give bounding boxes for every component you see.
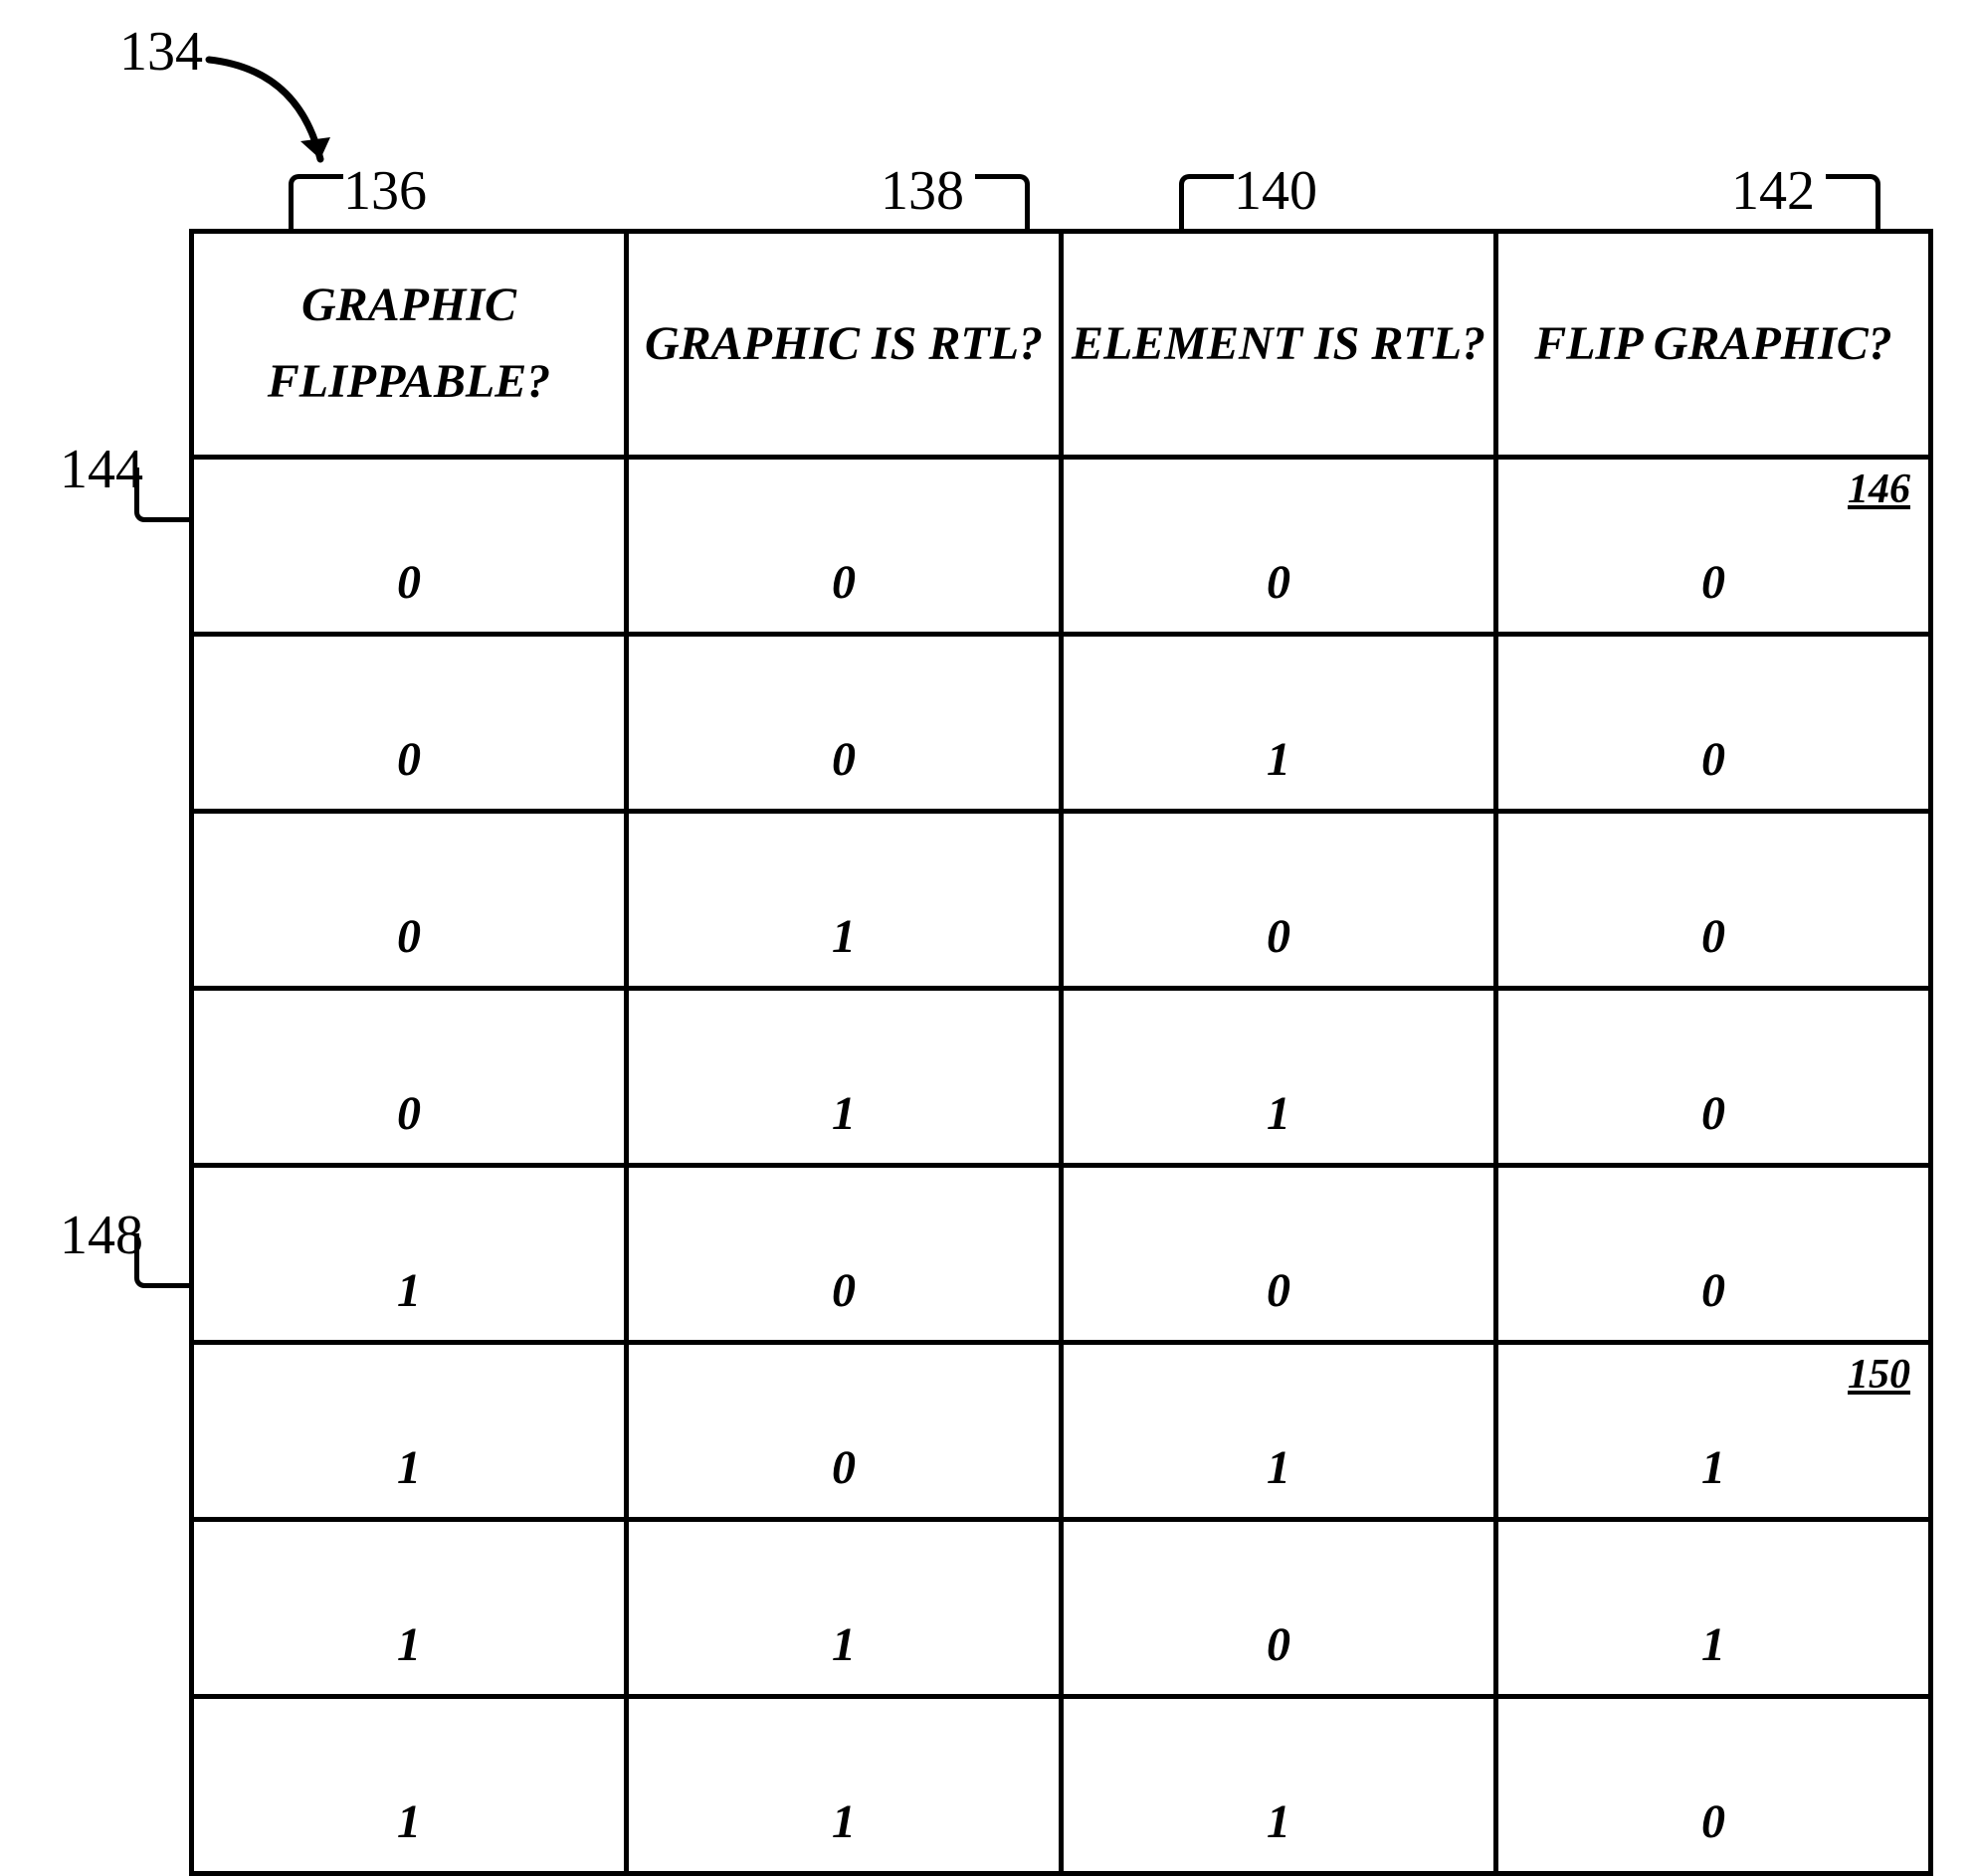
- cell: 0: [1496, 1697, 1931, 1874]
- col-ref-label-4: 142: [1731, 159, 1815, 223]
- col-header-4: FLIP GRAPHIC?: [1496, 232, 1931, 458]
- cell: 1: [192, 1697, 627, 1874]
- cell: 0: [1496, 989, 1931, 1166]
- col-header-3: ELEMENT IS RTL?: [1062, 232, 1496, 458]
- cell: 0: [627, 458, 1062, 635]
- col-bracket-1-icon: [289, 174, 343, 234]
- row-bracket-1-icon: [134, 468, 194, 522]
- table-row: 1 1 1 0: [192, 1697, 1931, 1874]
- cell: 1: [1496, 1520, 1931, 1697]
- cell: 1: [627, 812, 1062, 989]
- cell-ref-label: 146: [1848, 466, 1910, 513]
- cell: 1: [192, 1343, 627, 1520]
- cell: 0: [1062, 1520, 1496, 1697]
- table-row: 1 1 0 1: [192, 1520, 1931, 1697]
- cell: 0: [192, 989, 627, 1166]
- cell: 0: [627, 1343, 1062, 1520]
- cell: 1: [1062, 1697, 1496, 1874]
- row-ref-label-1: 144: [60, 438, 143, 501]
- table-row: 0 0 1 0: [192, 635, 1931, 812]
- cell: 0: [1062, 458, 1496, 635]
- col-bracket-4-icon: [1826, 174, 1880, 234]
- diagram-stage: 134 136 138 140 142 144 148 GRAPHIC FLIP…: [0, 0, 1975, 1732]
- table-row: 0 1 1 0: [192, 989, 1931, 1166]
- col-bracket-3-icon: [1179, 174, 1234, 234]
- col-header-1: GRAPHIC FLIPPABLE?: [192, 232, 627, 458]
- cell: 0: [192, 635, 627, 812]
- col-ref-label-3: 140: [1234, 159, 1317, 223]
- table-header-row: GRAPHIC FLIPPABLE? GRAPHIC IS RTL? ELEME…: [192, 232, 1931, 458]
- cell: 0: [1496, 812, 1931, 989]
- col-bracket-2-icon: [975, 174, 1030, 234]
- cell: 146 0: [1496, 458, 1931, 635]
- cell: 1: [627, 1520, 1062, 1697]
- col-ref-label-2: 138: [881, 159, 964, 223]
- table-row: 0 0 0 146 0: [192, 458, 1931, 635]
- cell: 0: [627, 1166, 1062, 1343]
- cell: 0: [1062, 812, 1496, 989]
- row-ref-label-6: 148: [60, 1204, 143, 1267]
- cell: 0: [1062, 1166, 1496, 1343]
- cell: 0: [192, 812, 627, 989]
- cell: 0: [627, 635, 1062, 812]
- cell: 0: [1496, 635, 1931, 812]
- truth-table: GRAPHIC FLIPPABLE? GRAPHIC IS RTL? ELEME…: [189, 229, 1933, 1876]
- cell: 1: [1062, 1343, 1496, 1520]
- cell: 0: [192, 458, 627, 635]
- cell: 1: [192, 1520, 627, 1697]
- cell: 1: [627, 1697, 1062, 1874]
- cell: 0: [1496, 1166, 1931, 1343]
- row-bracket-6-icon: [134, 1233, 194, 1288]
- table-row: 1 0 1 150 1: [192, 1343, 1931, 1520]
- cell: 1: [192, 1166, 627, 1343]
- table-row: 0 1 0 0: [192, 812, 1931, 989]
- cell: 1: [627, 989, 1062, 1166]
- cell-ref-label: 150: [1848, 1351, 1910, 1399]
- cell: 1: [1062, 635, 1496, 812]
- col-ref-label-1: 136: [343, 159, 427, 223]
- table-row: 1 0 0 0: [192, 1166, 1931, 1343]
- cell: 150 1: [1496, 1343, 1931, 1520]
- cell: 1: [1062, 989, 1496, 1166]
- col-header-2: GRAPHIC IS RTL?: [627, 232, 1062, 458]
